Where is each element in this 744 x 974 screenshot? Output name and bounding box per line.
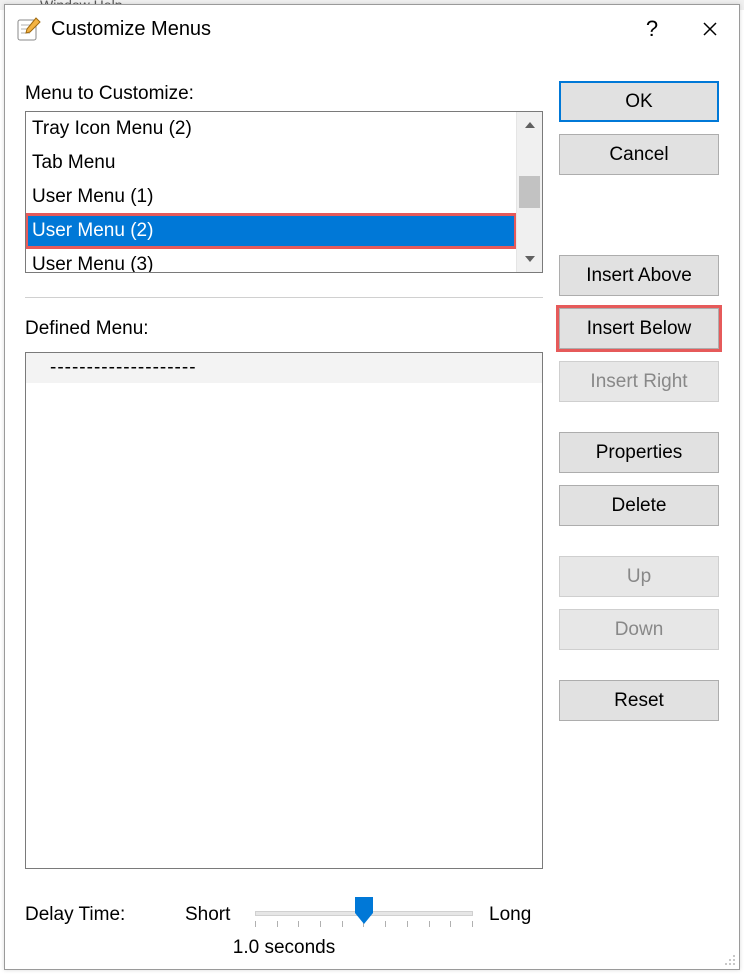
slider-thumb[interactable] bbox=[353, 897, 375, 925]
help-button[interactable]: ? bbox=[623, 5, 681, 53]
insert-right-button[interactable]: Insert Right bbox=[559, 361, 719, 402]
scroll-down-icon[interactable] bbox=[517, 246, 542, 272]
scroll-track[interactable] bbox=[517, 138, 542, 246]
divider bbox=[25, 297, 543, 298]
up-button[interactable]: Up bbox=[559, 556, 719, 597]
resize-grip-icon[interactable] bbox=[721, 951, 737, 967]
dialog-title: Customize Menus bbox=[51, 18, 623, 41]
defined-menu-separator-row[interactable]: -------------------- bbox=[26, 353, 542, 383]
insert-below-button[interactable]: Insert Below bbox=[559, 308, 719, 349]
slider-short-label: Short bbox=[185, 904, 255, 926]
delay-time-label: Delay Time: bbox=[25, 904, 185, 926]
down-button[interactable]: Down bbox=[559, 609, 719, 650]
insert-above-button[interactable]: Insert Above bbox=[559, 255, 719, 296]
defined-menu-label: Defined Menu: bbox=[25, 318, 543, 340]
delete-button[interactable]: Delete bbox=[559, 485, 719, 526]
close-button[interactable] bbox=[681, 5, 739, 53]
ok-button[interactable]: OK bbox=[559, 81, 719, 122]
defined-menu-list[interactable]: -------------------- bbox=[25, 352, 543, 869]
scroll-up-icon[interactable] bbox=[517, 112, 542, 138]
reset-button[interactable]: Reset bbox=[559, 680, 719, 721]
scroll-thumb[interactable] bbox=[519, 176, 540, 208]
cancel-button[interactable]: Cancel bbox=[559, 134, 719, 175]
customize-menus-dialog: Customize Menus ? Menu to Customize: Tra… bbox=[4, 4, 740, 970]
app-icon bbox=[15, 15, 43, 43]
slider-long-label: Long bbox=[473, 904, 543, 926]
menu-list-item[interactable]: Tray Icon Menu (2) bbox=[26, 112, 516, 146]
titlebar: Customize Menus ? bbox=[5, 5, 739, 53]
menu-to-customize-label: Menu to Customize: bbox=[25, 83, 543, 105]
menu-list-item[interactable]: Tab Menu bbox=[26, 146, 516, 180]
delay-slider[interactable] bbox=[255, 897, 473, 933]
menu-list-scrollbar[interactable] bbox=[516, 112, 542, 272]
menu-list-item-selected[interactable]: User Menu (2) bbox=[26, 214, 516, 248]
menu-list-item[interactable]: User Menu (3) bbox=[26, 248, 516, 272]
menu-list-item[interactable]: User Menu (1) bbox=[26, 180, 516, 214]
delay-value: 1.0 seconds bbox=[25, 937, 543, 959]
menu-listbox[interactable]: Tray Icon Menu (2) Tab Menu User Menu (1… bbox=[25, 111, 543, 273]
properties-button[interactable]: Properties bbox=[559, 432, 719, 473]
